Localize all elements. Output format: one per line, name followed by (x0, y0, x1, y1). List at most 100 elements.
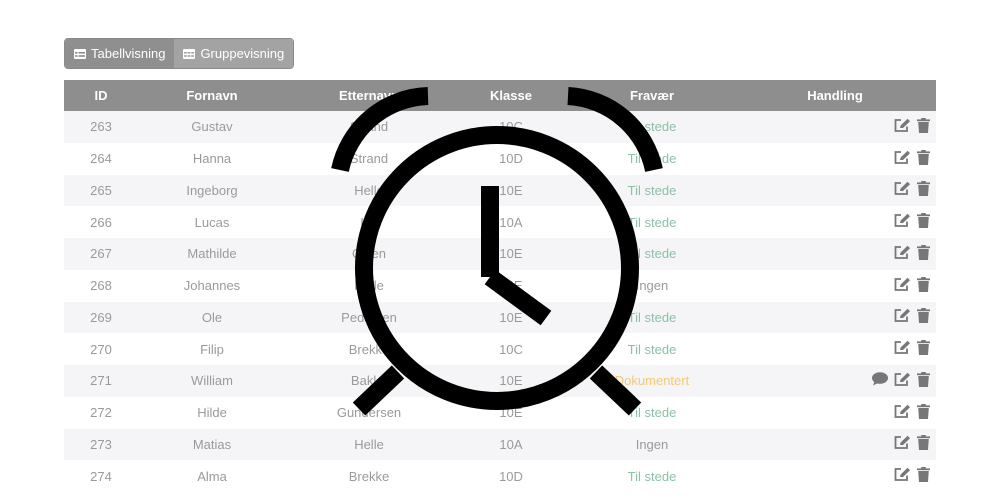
edit-icon[interactable] (894, 181, 911, 199)
cell-first-name: Alma (197, 468, 227, 484)
cell-actions (734, 333, 936, 365)
trash-icon[interactable] (917, 467, 930, 485)
edit-icon[interactable] (894, 467, 911, 485)
table-row: 273 Matias Helle 10A Ingen (64, 428, 936, 461)
cell-class: 10E (499, 182, 523, 198)
trash-icon[interactable] (917, 276, 930, 295)
trash-icon[interactable] (917, 403, 930, 422)
cell-last-name: Pedersen (341, 309, 397, 325)
trash-icon[interactable] (917, 340, 930, 358)
cell-last-name: Gundersen (336, 405, 402, 421)
cell-id: 267 (90, 246, 112, 262)
cell-id: 268 (90, 278, 112, 294)
edit-icon[interactable] (894, 277, 911, 295)
cell-first-name: William (191, 373, 233, 389)
cell-first-name: Mathilde (187, 246, 237, 262)
cell-last-name: Strand (349, 151, 389, 167)
table-row: 265 Ingeborg Helle 10E Til stede (64, 174, 936, 207)
cell-absence: Til stede (627, 119, 677, 135)
cell-first-name: Gustav (191, 119, 233, 135)
cell-id: 272 (90, 405, 112, 421)
cell-class: 10E (499, 246, 523, 262)
trash-icon[interactable] (917, 149, 930, 168)
table-header-row: ID Fornavn Etternavn Klasse Fravær Handl… (64, 80, 936, 111)
cell-last-name: Lie (360, 214, 378, 230)
cell-first-name: Hanna (192, 151, 232, 167)
cell-id: 270 (90, 341, 112, 357)
edit-icon[interactable] (894, 213, 911, 231)
cell-actions (734, 206, 936, 238)
col-header-last-name[interactable]: Etternavn (286, 80, 452, 111)
edit-icon[interactable] (894, 404, 911, 422)
cell-actions (734, 111, 936, 143)
trash-icon[interactable] (917, 244, 930, 263)
col-header-absence[interactable]: Fravær (570, 80, 734, 111)
cell-id: 269 (90, 309, 112, 325)
cell-absence: Til stede (627, 214, 677, 230)
table-row: 268 Johannes Helle 10E Ingen (64, 269, 936, 302)
cell-id: 274 (90, 468, 112, 484)
cell-actions (734, 302, 936, 334)
edit-icon[interactable] (894, 308, 911, 326)
cell-class: 10E (499, 373, 523, 389)
trash-icon[interactable] (917, 117, 930, 136)
cell-first-name: Matias (192, 436, 232, 452)
cell-last-name: Helle (354, 278, 384, 294)
trash-icon[interactable] (917, 308, 930, 326)
cell-last-name: Helle (354, 182, 384, 198)
comment-icon[interactable] (872, 372, 888, 389)
cell-id: 266 (90, 214, 112, 230)
grid-icon (183, 48, 196, 59)
cell-class: 10C (499, 119, 523, 135)
cell-last-name: Bakke (350, 373, 388, 389)
table-row: 270 Filip Brekke 10C Til stede (64, 333, 936, 365)
edit-icon[interactable] (894, 150, 911, 168)
group-view-label: Gruppevisning (200, 46, 285, 61)
cell-actions (734, 397, 936, 429)
view-toggle: Tabellvisning Gruppevisning (64, 38, 295, 69)
cell-absence: Ingen (635, 436, 669, 452)
edit-icon[interactable] (894, 340, 911, 358)
col-header-class[interactable]: Klasse (452, 80, 570, 111)
edit-icon[interactable] (894, 245, 911, 263)
cell-absence: Til stede (627, 309, 677, 325)
trash-icon[interactable] (917, 435, 930, 453)
cell-actions (734, 143, 936, 175)
edit-icon[interactable] (894, 372, 911, 390)
table-row: 264 Hanna Strand 10D Til stede (64, 142, 936, 175)
cell-first-name: Hilde (197, 405, 227, 421)
col-header-first-name[interactable]: Fornavn (138, 80, 286, 111)
cell-actions (734, 460, 936, 492)
table-view-label: Tabellvisning (91, 46, 166, 61)
edit-icon[interactable] (894, 118, 911, 136)
cell-last-name: Olsen (352, 246, 386, 262)
cell-actions (734, 429, 936, 461)
cell-actions (734, 270, 936, 302)
trash-icon[interactable] (917, 181, 930, 199)
table-row: 266 Lucas Lie 10A Til stede (64, 206, 936, 238)
cell-class: 10D (499, 151, 523, 167)
cell-class: 10A (499, 436, 523, 452)
cell-actions (734, 365, 936, 397)
cell-absence: Til stede (627, 405, 677, 421)
trash-icon[interactable] (917, 371, 930, 390)
cell-class: 10D (499, 468, 523, 484)
group-view-button[interactable]: Gruppevisning (174, 39, 294, 68)
cell-first-name: Johannes (183, 278, 241, 294)
col-header-id[interactable]: ID (64, 80, 138, 111)
cell-class: 10E (499, 405, 523, 421)
table-row: 267 Mathilde Olsen 10E Til stede (64, 238, 936, 270)
cell-last-name: Brekke (348, 341, 390, 357)
cell-absence: Dokumentert (614, 373, 690, 389)
cell-first-name: Ole (201, 309, 223, 325)
cell-actions (734, 238, 936, 270)
cell-id: 264 (90, 151, 112, 167)
cell-id: 263 (90, 119, 112, 135)
cell-absence: Til stede (627, 468, 677, 484)
cell-id: 271 (90, 373, 112, 389)
edit-icon[interactable] (894, 435, 911, 453)
table-view-button[interactable]: Tabellvisning (65, 39, 175, 68)
students-table: ID Fornavn Etternavn Klasse Fravær Handl… (64, 80, 936, 492)
table-list-icon (74, 48, 86, 59)
trash-icon[interactable] (917, 213, 930, 231)
